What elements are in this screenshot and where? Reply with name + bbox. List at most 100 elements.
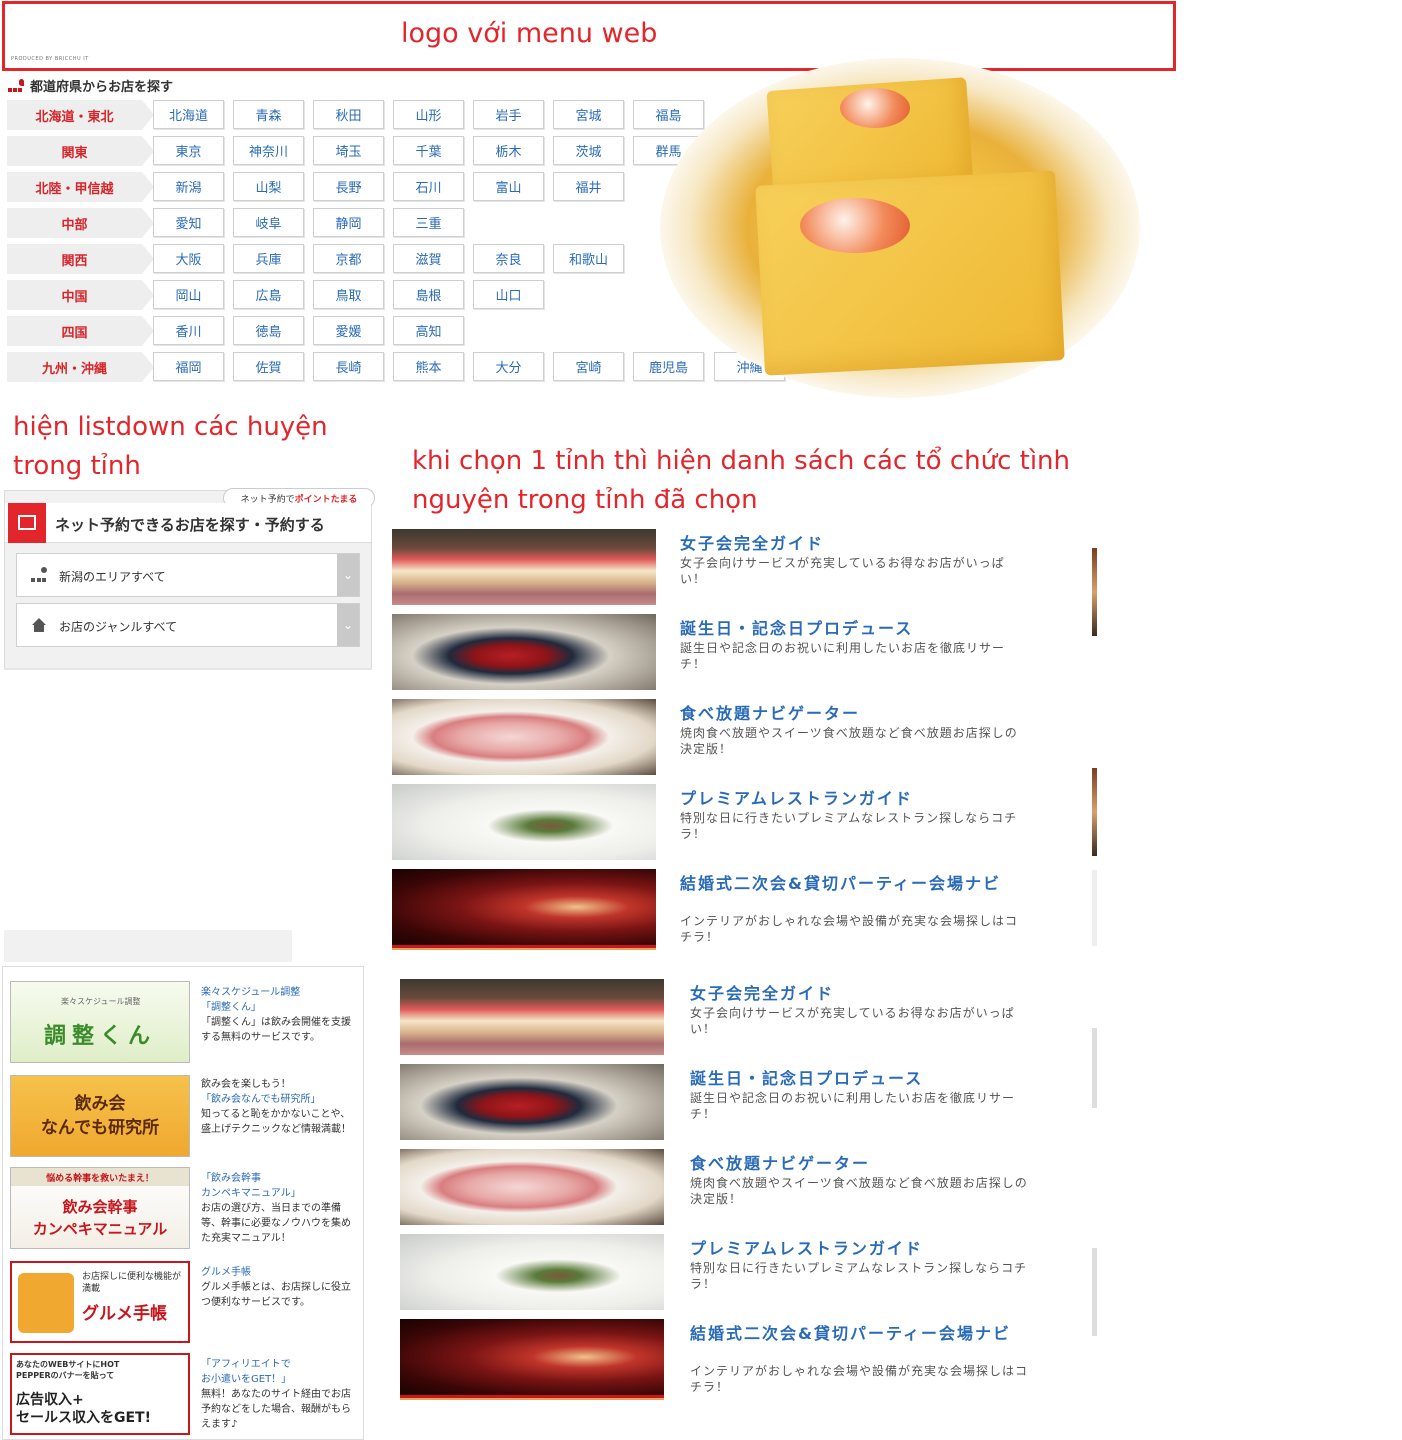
prefecture-button[interactable]: 宮城 bbox=[553, 100, 624, 129]
feature-title[interactable]: プレミアムレストランガイド bbox=[690, 1240, 1050, 1258]
feature-item[interactable]: プレミアムレストランガイド 特別な日に行きたいプレミアムなレストラン探しならコチラ… bbox=[400, 1234, 1060, 1310]
feature-item[interactable]: プレミアムレストランガイド特別な日に行きたいプレミアムなレストラン探しならコチラ… bbox=[392, 784, 1052, 860]
prefecture-button[interactable]: 福井 bbox=[553, 172, 624, 201]
banner-title-link[interactable]: 「飲み会幹事 bbox=[201, 1171, 353, 1186]
feature-thumbnail[interactable] bbox=[400, 1319, 664, 1395]
prefecture-button[interactable]: 鹿児島 bbox=[633, 352, 704, 381]
prefecture-button[interactable]: 岐阜 bbox=[233, 208, 304, 237]
widget-title: ネット予約できるお店を探す・予約する bbox=[55, 516, 325, 534]
prefecture-button[interactable]: 大分 bbox=[473, 352, 544, 381]
region-label: 中国 bbox=[7, 280, 154, 310]
kanji-manual-banner[interactable]: 悩める幹事を救いたまえ！ 飲み会幹事 カンペキマニュアル bbox=[10, 1167, 190, 1249]
area-select[interactable]: 新潟のエリアすべて ⌄ bbox=[16, 553, 360, 597]
chevron-down-icon[interactable]: ⌄ bbox=[337, 604, 359, 646]
banner-link[interactable]: 「飲み会なんでも研究所」 bbox=[201, 1092, 353, 1107]
feature-title[interactable]: 食べ放題ナビゲーター bbox=[680, 705, 1040, 723]
prefecture-button[interactable]: 長崎 bbox=[313, 352, 384, 381]
prefecture-button[interactable]: 大阪 bbox=[153, 244, 224, 273]
prefecture-button[interactable]: 鳥取 bbox=[313, 280, 384, 309]
prefecture-button[interactable]: 愛知 bbox=[153, 208, 224, 237]
feature-thumbnail[interactable] bbox=[400, 1149, 664, 1225]
prefecture-button[interactable]: 石川 bbox=[393, 172, 464, 201]
region-label: 四国 bbox=[7, 316, 154, 346]
prefecture-button[interactable]: 神奈川 bbox=[233, 136, 304, 165]
feature-item[interactable]: 女子会完全ガイド 女子会向けサービスが充実しているお得なお店がいっぱい！ bbox=[392, 529, 1052, 605]
region-label: 九州・沖縄 bbox=[7, 352, 154, 382]
banner-title-link[interactable]: 「アフィリエイトで bbox=[201, 1357, 353, 1372]
prefecture-button[interactable]: 秋田 bbox=[313, 100, 384, 129]
prefecture-button[interactable]: 香川 bbox=[153, 316, 224, 345]
feature-thumbnail[interactable] bbox=[392, 784, 656, 860]
prefecture-button[interactable]: 和歌山 bbox=[553, 244, 624, 273]
prefecture-button[interactable]: 栃木 bbox=[473, 136, 544, 165]
banner-link[interactable]: カンペキマニュアル」 bbox=[201, 1186, 353, 1201]
feature-thumbnail[interactable] bbox=[400, 979, 664, 1055]
feature-item[interactable]: 結婚式二次会&貸切パーティー会場ナビ インテリアがおしゃれな会場や設備が充実な会場… bbox=[400, 1319, 1060, 1395]
prefecture-button[interactable]: 福島 bbox=[633, 100, 704, 129]
prefecture-button[interactable]: 宮崎 bbox=[553, 352, 624, 381]
feature-thumbnail[interactable] bbox=[400, 1064, 664, 1140]
feature-item[interactable]: 誕生日・記念日プロデュース誕生日や記念日のお祝いに利用したいお店を徹底リサーチ！ bbox=[400, 1064, 1060, 1140]
prefecture-button[interactable]: 静岡 bbox=[313, 208, 384, 237]
prefecture-button[interactable]: 三重 bbox=[393, 208, 464, 237]
feature-description: 誕生日や記念日のお祝いに利用したいお店を徹底リサーチ！ bbox=[690, 1091, 1016, 1121]
genre-select[interactable]: お店のジャンルすべて ⌄ bbox=[16, 603, 360, 647]
prefecture-button[interactable]: 徳島 bbox=[233, 316, 304, 345]
feature-thumbnail[interactable] bbox=[392, 529, 656, 605]
feature-title[interactable]: 女子会完全ガイド bbox=[690, 985, 1050, 1003]
prefecture-button[interactable]: 新潟 bbox=[153, 172, 224, 201]
prefecture-button[interactable]: 茨城 bbox=[553, 136, 624, 165]
banner-desc: 「調整くん」は飲み会開催を支援する無料のサービスです。 bbox=[201, 1017, 351, 1043]
banner-top-text: あなたのWEBサイトにHOT PEPPERのバナーを貼って bbox=[16, 1360, 120, 1380]
prefecture-button[interactable]: 福岡 bbox=[153, 352, 224, 381]
feature-thumbnail[interactable] bbox=[400, 1234, 664, 1310]
feature-thumbnail[interactable] bbox=[392, 699, 656, 775]
prefecture-button[interactable]: 佐賀 bbox=[233, 352, 304, 381]
prefecture-button[interactable]: 奈良 bbox=[473, 244, 544, 273]
feature-title[interactable]: プレミアムレストランガイド bbox=[680, 790, 1040, 808]
feature-title[interactable]: 女子会完全ガイド bbox=[680, 535, 1040, 553]
prefecture-button[interactable]: 山口 bbox=[473, 280, 544, 309]
feature-item[interactable]: 女子会完全ガイド 女子会向けサービスが充実しているお得なお店がいっぱい！ bbox=[400, 979, 1060, 1055]
banner-link[interactable]: お小遣いをGET！」 bbox=[201, 1372, 353, 1387]
prefecture-button[interactable]: 山形 bbox=[393, 100, 464, 129]
prefecture-button[interactable]: 熊本 bbox=[393, 352, 464, 381]
prefecture-button[interactable]: 兵庫 bbox=[233, 244, 304, 273]
nomikai-lab-banner[interactable]: 飲み会 なんでも研究所 bbox=[10, 1075, 190, 1157]
chousei-kun-banner[interactable]: 楽々スケジュール調整 調整くん bbox=[10, 981, 190, 1063]
prefecture-button[interactable]: 滋賀 bbox=[393, 244, 464, 273]
prefecture-button[interactable]: 広島 bbox=[233, 280, 304, 309]
feature-thumbnail[interactable] bbox=[392, 869, 656, 945]
banner-title-link[interactable]: グルメ手帳 bbox=[201, 1265, 353, 1280]
prefecture-button[interactable]: 青森 bbox=[233, 100, 304, 129]
feature-title[interactable]: 結婚式二次会&貸切パーティー会場ナビ bbox=[690, 1325, 1050, 1343]
prefecture-button[interactable]: 岩手 bbox=[473, 100, 544, 129]
feature-title[interactable]: 食べ放題ナビゲーター bbox=[690, 1155, 1050, 1173]
affiliate-banner[interactable]: あなたのWEBサイトにHOT PEPPERのバナーを貼って 広告収入+ セールス… bbox=[10, 1353, 190, 1435]
feature-item[interactable]: 食べ放題ナビゲーター 焼肉食べ放題やスイーツ食べ放題など食べ放題お店探しの決定版！ bbox=[392, 699, 1052, 775]
feature-item[interactable]: 食べ放題ナビゲーター 焼肉食べ放題やスイーツ食べ放題など食べ放題お店探しの決定版！ bbox=[400, 1149, 1060, 1225]
prefecture-button[interactable]: 埼玉 bbox=[313, 136, 384, 165]
prefecture-button[interactable]: 長野 bbox=[313, 172, 384, 201]
prefecture-button[interactable]: 島根 bbox=[393, 280, 464, 309]
prefecture-button[interactable]: 千葉 bbox=[393, 136, 464, 165]
banner-title-link[interactable]: 楽々スケジュール調整 bbox=[201, 985, 353, 1000]
chevron-down-icon[interactable]: ⌄ bbox=[337, 554, 359, 596]
feature-description: 特別な日に行きたいプレミアムなレストラン探しならコチラ！ bbox=[680, 811, 1018, 841]
feature-title[interactable]: 結婚式二次会&貸切パーティー会場ナビ bbox=[680, 875, 1040, 893]
prefecture-button[interactable]: 山梨 bbox=[233, 172, 304, 201]
prefecture-button[interactable]: 高知 bbox=[393, 316, 464, 345]
feature-item[interactable]: 結婚式二次会&貸切パーティー会場ナビ インテリアがおしゃれな会場や設備が充実な会場… bbox=[392, 869, 1052, 945]
feature-thumbnail[interactable] bbox=[392, 614, 656, 690]
banner-link[interactable]: 「調整くん」 bbox=[201, 1000, 353, 1015]
feature-title[interactable]: 誕生日・記念日プロデュース bbox=[680, 620, 1040, 638]
feature-item[interactable]: 誕生日・記念日プロデュース 誕生日や記念日のお祝いに利用したいお店を徹底リサーチ！ bbox=[392, 614, 1052, 690]
prefecture-button[interactable]: 北海道 bbox=[153, 100, 224, 129]
prefecture-button[interactable]: 京都 bbox=[313, 244, 384, 273]
feature-title[interactable]: 誕生日・記念日プロデュース bbox=[690, 1070, 1050, 1088]
prefecture-button[interactable]: 富山 bbox=[473, 172, 544, 201]
gourmet-notebook-banner[interactable]: お店探しに便利な機能が満載 グルメ手帳 bbox=[10, 1261, 190, 1343]
prefecture-button[interactable]: 東京 bbox=[153, 136, 224, 165]
prefecture-button[interactable]: 愛媛 bbox=[313, 316, 384, 345]
prefecture-button[interactable]: 岡山 bbox=[153, 280, 224, 309]
